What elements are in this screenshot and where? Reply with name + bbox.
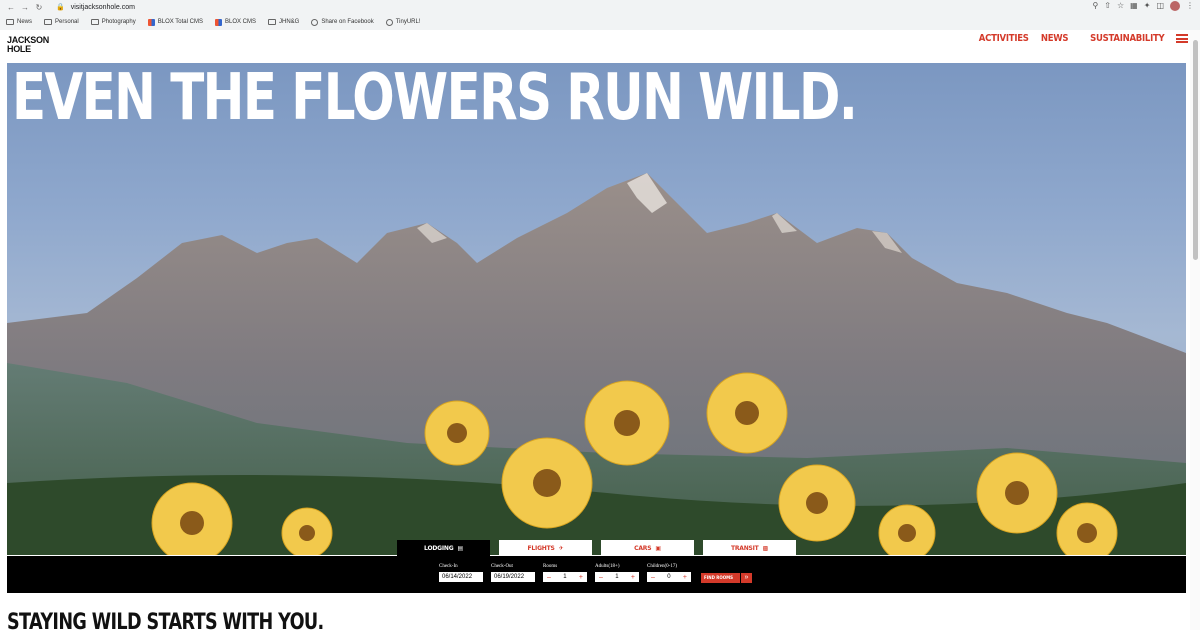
section-heading: STAYING WILD STARTS WITH YOU.: [7, 610, 324, 635]
tab-transit[interactable]: TRANSIT ▩: [703, 540, 796, 556]
folder-icon: [44, 19, 53, 25]
hamburger-menu-icon[interactable]: [1176, 34, 1188, 43]
zoom-icon[interactable]: ⚲: [1092, 1, 1098, 11]
bed-icon: ▤: [457, 544, 463, 552]
menu-kebab-icon[interactable]: ⋮: [1186, 1, 1194, 11]
bookmark-photography[interactable]: Photography: [90, 19, 136, 25]
hero-title: EVEN THE FLOWERS RUN WILD.: [12, 63, 858, 135]
back-icon[interactable]: ←: [4, 3, 18, 12]
bookmark-tinyurl[interactable]: TinyURL!: [385, 18, 421, 26]
browser-toolbar-icons: ⚲ ⇧ ☆ ▦ ✦ ◫ ⋮: [1092, 1, 1194, 11]
car-icon: ▣: [655, 544, 661, 552]
jackson-hole-logo[interactable]: JACKSON HOLE: [7, 36, 49, 54]
bookmark-personal[interactable]: Personal: [44, 19, 79, 25]
folder-icon: [90, 19, 99, 25]
hero-landscape-image: [7, 173, 1186, 555]
checkin-input[interactable]: 06/14/2022: [439, 572, 483, 582]
children-stepper: – 0 +: [647, 572, 691, 582]
children-field: Children(0-17) – 0 +: [647, 564, 691, 582]
lock-icon: 🔒: [56, 4, 65, 11]
checkout-field: Check-Out 06/19/2022: [491, 564, 535, 582]
checkout-input[interactable]: 06/19/2022: [491, 572, 535, 582]
adults-stepper: – 1 +: [595, 572, 639, 582]
globe-icon: [311, 18, 319, 26]
booking-widget: Check-In 06/14/2022 Check-Out 06/19/2022…: [7, 556, 1186, 593]
puzzle-icon[interactable]: ✦: [1144, 1, 1151, 11]
adults-field: Adults(18+) – 1 +: [595, 564, 639, 582]
main-nav: ACTIVITIES NEWS SUSTAINABILITY: [970, 33, 1188, 44]
share-icon[interactable]: ⇧: [1104, 1, 1111, 11]
url-text[interactable]: visitjacksonhole.com: [71, 4, 135, 11]
bookmark-share-facebook[interactable]: Share on Facebook: [311, 18, 374, 26]
bookmark-blox-cms[interactable]: BLOX CMS: [214, 18, 256, 26]
page-scrollbar[interactable]: [1190, 30, 1200, 630]
bookmark-blox-total-cms[interactable]: BLOX Total CMS: [147, 18, 203, 26]
globe-icon: [385, 18, 393, 26]
bookmarks-bar: News Personal Photography BLOX Total CMS…: [0, 16, 1200, 28]
bookmark-jhng[interactable]: JHN&G: [268, 19, 299, 25]
nav-sustainability[interactable]: SUSTAINABILITY: [1090, 33, 1165, 44]
nav-activities[interactable]: ACTIVITIES: [978, 33, 1028, 44]
booking-tabs: LODGING ▤ FLIGHTS ✈ CARS ▣ TRANSIT ▩: [397, 540, 796, 556]
plane-icon: ✈: [558, 544, 564, 552]
rooms-field: Rooms – 1 +: [543, 564, 587, 582]
scrollbar-thumb[interactable]: [1193, 40, 1198, 260]
site-header: JACKSON HOLE ACTIVITIES NEWS SUSTAINABIL…: [0, 30, 1200, 62]
address-bar: ← → ↻ 🔒 visitjacksonhole.com ⚲ ⇧ ☆ ▦ ✦ ◫…: [0, 0, 1200, 14]
blox-icon: [147, 18, 155, 26]
forward-icon[interactable]: →: [18, 3, 32, 12]
rooms-minus-button[interactable]: –: [547, 574, 551, 581]
folder-icon: [6, 19, 14, 25]
hero-banner: EVEN THE FLOWERS RUN WILD.: [7, 63, 1186, 555]
adults-minus-button[interactable]: –: [599, 574, 603, 581]
double-chevron-right-icon[interactable]: »: [741, 573, 752, 583]
tab-lodging[interactable]: LODGING ▤: [397, 540, 490, 556]
children-plus-button[interactable]: +: [683, 574, 687, 581]
find-rooms-button[interactable]: FIND ROOMS: [701, 573, 740, 583]
profile-avatar[interactable]: [1170, 1, 1180, 11]
browser-chrome: ← → ↻ 🔒 visitjacksonhole.com ⚲ ⇧ ☆ ▦ ✦ ◫…: [0, 0, 1200, 30]
children-minus-button[interactable]: –: [651, 574, 655, 581]
bus-icon: ▩: [762, 544, 769, 552]
blox-icon: [214, 18, 222, 26]
folder-icon: [268, 19, 276, 25]
sidebar-icon[interactable]: ◫: [1156, 1, 1164, 11]
reload-icon[interactable]: ↻: [32, 3, 46, 12]
checkin-field: Check-In 06/14/2022: [439, 564, 483, 582]
tab-flights[interactable]: FLIGHTS ✈: [499, 540, 592, 556]
bookmark-news[interactable]: News: [6, 19, 32, 25]
rooms-plus-button[interactable]: +: [579, 574, 583, 581]
extension-icon[interactable]: ▦: [1130, 1, 1138, 11]
rooms-stepper: – 1 +: [543, 572, 587, 582]
star-icon[interactable]: ☆: [1117, 1, 1124, 11]
find-rooms: FIND ROOMS »: [701, 573, 752, 583]
adults-plus-button[interactable]: +: [631, 574, 635, 581]
nav-news[interactable]: NEWS: [1041, 33, 1069, 44]
tab-cars[interactable]: CARS ▣: [601, 540, 694, 556]
